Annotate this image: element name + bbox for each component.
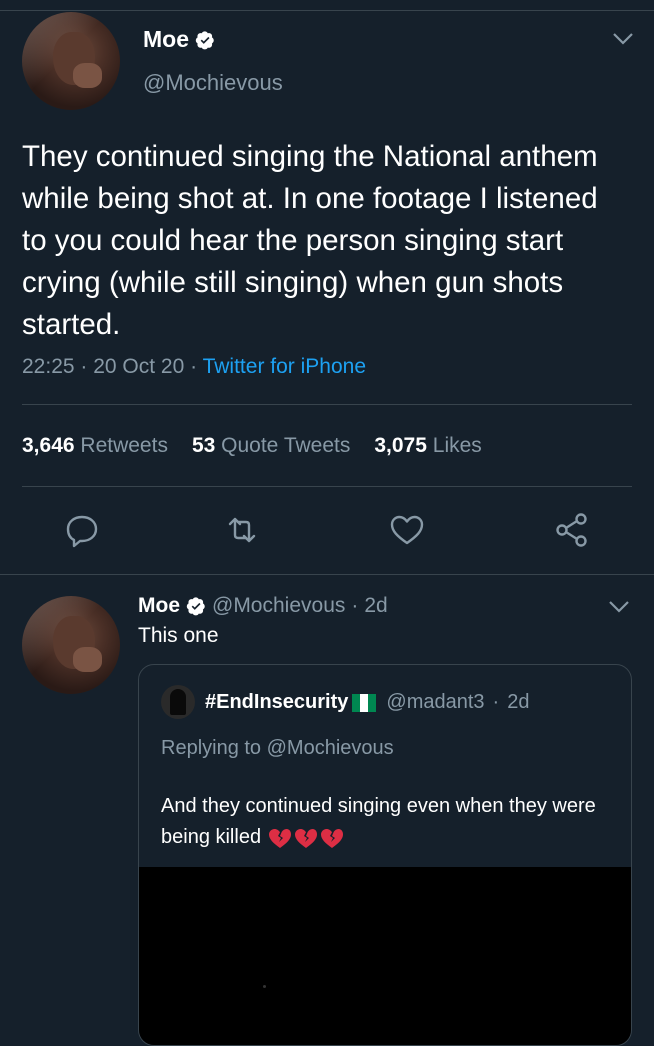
retweets-count: 3,646 (22, 434, 75, 457)
author-avatar[interactable] (22, 12, 120, 110)
broken-heart-icon (294, 828, 317, 848)
quoted-author-avatar[interactable] (161, 685, 195, 719)
tweet-stats: 3,646 Retweets 53 Quote Tweets 3,075 Lik… (22, 434, 482, 458)
broken-heart-icon (268, 828, 291, 848)
stats-divider-top (22, 404, 632, 405)
quote-tweets-stat[interactable]: 53 Quote Tweets (192, 434, 350, 458)
quotes-count: 53 (191, 434, 216, 457)
meta-separator: · (351, 594, 359, 617)
stats-divider-bottom (22, 486, 632, 487)
quoted-author-handle[interactable]: @madant3 (386, 691, 484, 714)
like-icon[interactable] (387, 510, 427, 550)
top-divider (0, 10, 654, 11)
meta-separator: · (190, 355, 203, 378)
verified-badge-icon (195, 30, 214, 49)
quoted-video-thumbnail[interactable] (139, 867, 631, 1045)
tweet-date[interactable]: 20 Oct 20 (93, 355, 184, 378)
reply-author-handle[interactable]: @Mochievous (212, 594, 345, 618)
likes-stat[interactable]: 3,075 Likes (374, 434, 481, 458)
retweet-icon[interactable] (222, 510, 262, 550)
reply-text: This one (138, 624, 219, 647)
quoted-text-block: And they continued singing even when the… (161, 791, 611, 853)
meta-separator: · (492, 691, 500, 713)
meta-separator: · (80, 355, 94, 378)
broken-heart-emojis (267, 826, 345, 850)
retweets-stat[interactable]: 3,646 Retweets (22, 434, 168, 458)
likes-count: 3,075 (374, 434, 427, 457)
quoted-header: #EndInsecurity @madant3 · 2d (205, 691, 529, 714)
quoted-author-name[interactable]: #EndInsecurity (205, 691, 348, 714)
reply-icon[interactable] (62, 510, 102, 550)
quoted-age[interactable]: 2d (507, 691, 529, 714)
share-icon[interactable] (552, 510, 592, 550)
reply-age[interactable]: 2d (364, 594, 387, 618)
reply-header: Moe @Mochievous · 2d (138, 594, 388, 618)
broken-heart-icon (320, 828, 343, 848)
tweet-time[interactable]: 22:25 (22, 355, 75, 378)
chevron-down-icon[interactable] (608, 600, 630, 614)
tweet-meta: 22:25 · 20 Oct 20 · Twitter for iPhone (22, 355, 366, 379)
likes-label: Likes (432, 434, 482, 457)
author-handle[interactable]: @Mochievous (143, 70, 283, 96)
thread-divider (0, 574, 654, 575)
reply-author-avatar[interactable] (22, 596, 120, 694)
replying-to[interactable]: Replying to @Mochievous (161, 737, 394, 760)
retweets-label: Retweets (80, 434, 168, 457)
chevron-down-icon[interactable] (612, 32, 634, 46)
author-name-row[interactable]: Moe (143, 26, 215, 53)
author-name[interactable]: Moe (143, 26, 189, 53)
tweet-actions (0, 510, 654, 554)
quoted-text: And they continued singing even when the… (161, 795, 596, 848)
quotes-label: Quote Tweets (221, 434, 351, 457)
reply-author-name[interactable]: Moe (138, 594, 180, 618)
tweet-text: They continued singing the National anth… (22, 140, 598, 341)
verified-badge-icon (186, 597, 205, 616)
quoted-tweet-card[interactable]: #EndInsecurity @madant3 · 2d Replying to… (138, 664, 632, 1046)
tweet-source[interactable]: Twitter for iPhone (203, 355, 366, 378)
nigeria-flag-icon (352, 693, 377, 712)
